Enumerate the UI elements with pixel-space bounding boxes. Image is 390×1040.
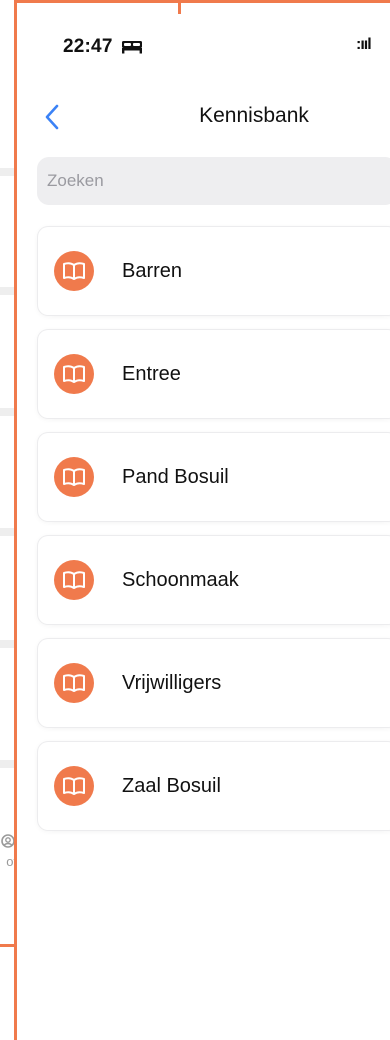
list-item-entree[interactable]: Entree xyxy=(38,330,390,418)
navigation-bar: Kennisbank xyxy=(17,96,390,140)
list-item-vrijwilligers[interactable]: Vrijwilligers xyxy=(38,639,390,727)
category-list: Barren Entree Pand Bosuil Schoonmaak Vri… xyxy=(38,227,390,845)
book-icon xyxy=(54,560,94,600)
kennisbank-screen: 22:47 :ııl Kennisbank Barren xyxy=(17,14,390,1033)
list-item-label: Entree xyxy=(122,363,181,385)
list-item-pand-bosuil[interactable]: Pand Bosuil xyxy=(38,433,390,521)
list-item-label: Zaal Bosuil xyxy=(122,775,221,797)
list-item-zaal-bosuil[interactable]: Zaal Bosuil xyxy=(38,742,390,830)
sleep-bed-icon xyxy=(122,41,142,54)
search-input[interactable] xyxy=(37,157,390,205)
book-icon xyxy=(54,354,94,394)
list-item-schoonmaak[interactable]: Schoonmaak xyxy=(38,536,390,624)
list-item-label: Pand Bosuil xyxy=(122,466,229,488)
signal-icon: :ııl xyxy=(356,36,372,53)
list-item-label: Schoonmaak xyxy=(122,569,239,591)
annotation-tick xyxy=(178,0,181,14)
book-icon xyxy=(54,663,94,703)
book-icon xyxy=(54,251,94,291)
list-item-barren[interactable]: Barren xyxy=(38,227,390,315)
list-item-label: Vrijwilligers xyxy=(122,672,222,694)
book-icon xyxy=(54,766,94,806)
list-item-label: Barren xyxy=(122,260,183,282)
book-icon xyxy=(54,457,94,497)
page-title: Kennisbank xyxy=(199,104,309,127)
status-bar: 22:47 :ııl xyxy=(17,14,390,74)
status-time: 22:47 xyxy=(63,36,113,57)
